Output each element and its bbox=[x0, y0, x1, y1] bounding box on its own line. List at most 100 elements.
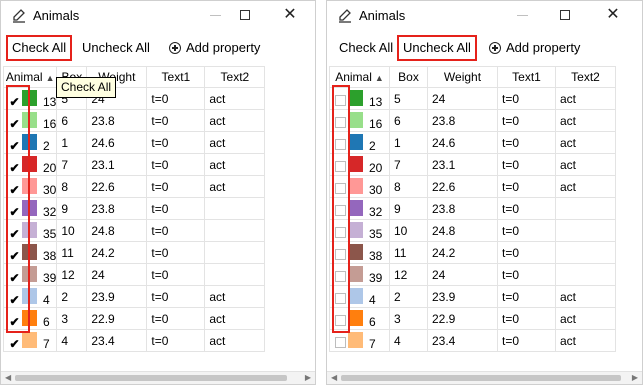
table-row[interactable]: 7 4 23.4 t=0 act bbox=[329, 329, 616, 352]
add-property-button[interactable]: Add property bbox=[165, 38, 264, 58]
uncheck-all-button[interactable]: Uncheck All bbox=[78, 38, 154, 58]
row-checkbox-unchecked[interactable] bbox=[335, 315, 346, 326]
table-row[interactable]: ✔ 39 12 24 t=0 bbox=[2, 263, 266, 286]
row-checkbox-unchecked[interactable] bbox=[335, 117, 346, 128]
box-cell: 1 bbox=[389, 131, 428, 154]
text1-cell: t=0 bbox=[497, 87, 556, 110]
box-cell: 12 bbox=[56, 263, 88, 286]
row-checkbox-checked[interactable]: ✔ bbox=[9, 228, 20, 240]
row-checkbox-checked[interactable]: ✔ bbox=[9, 316, 20, 328]
row-checkbox-unchecked[interactable] bbox=[335, 95, 346, 106]
animal-id: 4 bbox=[369, 293, 376, 307]
row-checkbox-checked[interactable]: ✔ bbox=[9, 272, 20, 284]
row-checkbox-unchecked[interactable] bbox=[335, 139, 346, 150]
table-row[interactable]: ✔ 16 6 23.8 t=0 act bbox=[2, 109, 266, 132]
row-checkbox-checked[interactable]: ✔ bbox=[9, 338, 20, 350]
scrollbar-thumb[interactable] bbox=[15, 375, 287, 381]
close-button[interactable]: ✕ bbox=[599, 4, 627, 26]
row-checkbox-unchecked[interactable] bbox=[335, 227, 346, 238]
text1-cell: t=0 bbox=[497, 329, 556, 352]
add-property-button[interactable]: Add property bbox=[485, 38, 584, 58]
row-checkbox-checked[interactable]: ✔ bbox=[9, 294, 20, 306]
column-header-box[interactable]: Box bbox=[389, 66, 428, 88]
table-row[interactable]: 4 2 23.9 t=0 act bbox=[329, 285, 616, 308]
row-checkbox-checked[interactable]: ✔ bbox=[9, 140, 20, 152]
table-row[interactable]: 6 3 22.9 t=0 act bbox=[329, 307, 616, 330]
animal-cell: 32 bbox=[329, 197, 390, 220]
scroll-left-icon[interactable]: ◀ bbox=[331, 372, 337, 384]
row-checkbox-unchecked[interactable] bbox=[335, 249, 346, 260]
table-row[interactable]: ✔ 38 11 24.2 t=0 bbox=[2, 241, 266, 264]
toolbar: Check All Uncheck All Add property bbox=[1, 32, 315, 64]
text2-cell: act bbox=[555, 87, 616, 110]
animal-color-swatch bbox=[348, 90, 363, 106]
row-checkbox-checked[interactable]: ✔ bbox=[9, 184, 20, 196]
row-checkbox-unchecked[interactable] bbox=[335, 271, 346, 282]
maximize-icon bbox=[560, 10, 570, 20]
minimize-button[interactable] bbox=[508, 4, 536, 26]
column-header-animal[interactable]: Animal ▲ bbox=[2, 66, 58, 88]
animal-id: 7 bbox=[43, 337, 50, 351]
row-checkbox-unchecked[interactable] bbox=[335, 337, 346, 348]
table-row[interactable]: 16 6 23.8 t=0 act bbox=[329, 109, 616, 132]
table-row[interactable]: ✔ 13 5 24 t=0 act bbox=[2, 87, 266, 110]
table-row[interactable]: ✔ 20 7 23.1 t=0 act bbox=[2, 153, 266, 176]
table-row[interactable]: 38 11 24.2 t=0 bbox=[329, 241, 616, 264]
column-header-text2[interactable]: Text2 bbox=[204, 66, 266, 88]
row-checkbox-checked[interactable]: ✔ bbox=[9, 96, 20, 108]
table-row[interactable]: ✔ 30 8 22.6 t=0 act bbox=[2, 175, 266, 198]
table-row[interactable]: 35 10 24.8 t=0 bbox=[329, 219, 616, 242]
horizontal-scrollbar[interactable]: ◀ ▶ bbox=[327, 371, 642, 384]
row-checkbox-unchecked[interactable] bbox=[335, 183, 346, 194]
row-checkbox-unchecked[interactable] bbox=[335, 293, 346, 304]
table-row[interactable]: 32 9 23.8 t=0 bbox=[329, 197, 616, 220]
row-checkbox-checked[interactable]: ✔ bbox=[9, 206, 20, 218]
animal-id: 2 bbox=[43, 139, 50, 153]
column-header-weight[interactable]: Weight bbox=[427, 66, 498, 88]
uncheck-all-button[interactable]: Uncheck All bbox=[397, 35, 477, 61]
table-row[interactable]: 20 7 23.1 t=0 act bbox=[329, 153, 616, 176]
row-checkbox-checked[interactable]: ✔ bbox=[9, 118, 20, 130]
table-row[interactable]: ✔ 35 10 24.8 t=0 bbox=[2, 219, 266, 242]
maximize-button[interactable] bbox=[231, 4, 259, 26]
check-all-button[interactable]: Check All bbox=[335, 38, 397, 58]
close-button[interactable]: ✕ bbox=[276, 4, 304, 26]
column-header-text2[interactable]: Text2 bbox=[555, 66, 616, 88]
close-icon: ✕ bbox=[606, 6, 620, 23]
row-checkbox-unchecked[interactable] bbox=[335, 161, 346, 172]
animal-color-swatch bbox=[22, 90, 37, 106]
animal-cell: ✔ 7 bbox=[2, 329, 58, 352]
scroll-right-icon[interactable]: ▶ bbox=[632, 372, 638, 384]
weight-cell: 22.9 bbox=[427, 307, 498, 330]
table-row[interactable]: 2 1 24.6 t=0 act bbox=[329, 131, 616, 154]
table-row[interactable]: ✔ 7 4 23.4 t=0 act bbox=[2, 329, 266, 352]
table-row[interactable]: 39 12 24 t=0 bbox=[329, 263, 616, 286]
table-row[interactable]: ✔ 4 2 23.9 t=0 act bbox=[2, 285, 266, 308]
weight-cell: 23.8 bbox=[86, 109, 148, 132]
column-header-animal[interactable]: Animal ▲ bbox=[329, 66, 390, 88]
column-header-text1[interactable]: Text1 bbox=[146, 66, 206, 88]
text1-cell: t=0 bbox=[146, 131, 206, 154]
scroll-right-icon[interactable]: ▶ bbox=[305, 372, 311, 384]
table-row[interactable]: ✔ 6 3 22.9 t=0 act bbox=[2, 307, 266, 330]
animal-cell: 6 bbox=[329, 307, 390, 330]
column-header-text1[interactable]: Text1 bbox=[497, 66, 556, 88]
row-checkbox-checked[interactable]: ✔ bbox=[9, 162, 20, 174]
table-row[interactable]: 30 8 22.6 t=0 act bbox=[329, 175, 616, 198]
text1-cell: t=0 bbox=[497, 307, 556, 330]
animal-cell: 13 bbox=[329, 87, 390, 110]
maximize-button[interactable] bbox=[551, 4, 579, 26]
text1-cell: t=0 bbox=[497, 131, 556, 154]
table-row[interactable]: 13 5 24 t=0 act bbox=[329, 87, 616, 110]
check-all-button[interactable]: Check All bbox=[6, 35, 73, 61]
scrollbar-thumb[interactable] bbox=[341, 375, 621, 381]
minimize-button[interactable] bbox=[201, 4, 229, 26]
table-row[interactable]: ✔ 32 9 23.8 t=0 bbox=[2, 197, 266, 220]
table-row[interactable]: ✔ 2 1 24.6 t=0 act bbox=[2, 131, 266, 154]
row-checkbox-unchecked[interactable] bbox=[335, 205, 346, 216]
scroll-left-icon[interactable]: ◀ bbox=[5, 372, 11, 384]
weight-cell: 22.9 bbox=[86, 307, 148, 330]
row-checkbox-checked[interactable]: ✔ bbox=[9, 250, 20, 262]
horizontal-scrollbar[interactable]: ◀ ▶ bbox=[1, 371, 315, 384]
weight-cell: 24 bbox=[86, 263, 148, 286]
